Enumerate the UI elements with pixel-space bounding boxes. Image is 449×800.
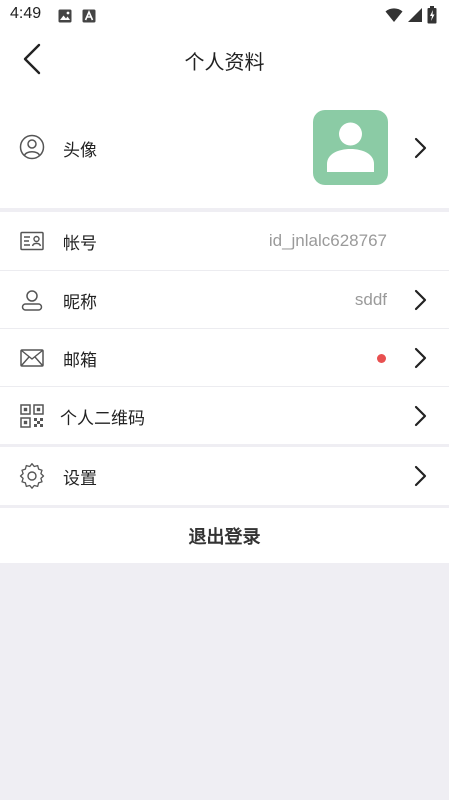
header: 个人资料: [0, 30, 449, 90]
settings-label: 设置: [63, 469, 97, 489]
avatar-label: 头像: [63, 141, 97, 161]
mail-icon: [18, 344, 46, 372]
qrcode-label: 个人二维码: [60, 409, 145, 429]
status-time: 4:49: [10, 5, 42, 22]
nickname-value: sddf: [354, 290, 387, 309]
qrcode-row[interactable]: 个人二维码: [0, 386, 449, 444]
avatar[interactable]: [313, 110, 388, 185]
gear-icon: [18, 462, 46, 490]
email-label: 邮箱: [63, 351, 97, 371]
profile-info-group: 帐号 id_jnlalc628767 昵称 sddf 邮箱 个人二维码: [0, 212, 449, 444]
image-icon: [58, 8, 72, 27]
settings-row[interactable]: 设置: [0, 447, 449, 505]
page-title: 个人资料: [184, 50, 265, 74]
account-value: id_jnlalc628767: [268, 231, 387, 250]
nickname-label: 昵称: [63, 293, 97, 313]
chevron-right-icon: [414, 465, 427, 487]
user-circle-icon: [18, 133, 46, 161]
signal-icon: [407, 7, 423, 27]
person-icon: [18, 286, 46, 314]
chevron-right-icon: [414, 137, 427, 159]
id-card-icon: [18, 227, 46, 255]
chevron-right-icon: [414, 347, 427, 369]
chevron-right-icon: [414, 405, 427, 427]
status-bar: 4:49: [0, 0, 449, 30]
nickname-row[interactable]: 昵称 sddf: [0, 270, 449, 328]
email-unverified-dot: [377, 354, 386, 363]
status-right-icons: [385, 6, 437, 28]
account-row: 帐号 id_jnlalc628767: [0, 212, 449, 270]
settings-group: 设置: [0, 447, 449, 505]
account-label: 帐号: [63, 234, 97, 254]
battery-charging-icon: [427, 6, 437, 28]
a-badge-icon: [82, 8, 96, 27]
wifi-icon: [385, 7, 403, 27]
avatar-row[interactable]: 头像: [0, 92, 449, 204]
status-left-icons: [58, 8, 96, 27]
qrcode-icon: [18, 402, 46, 430]
chevron-right-icon: [414, 289, 427, 311]
email-row[interactable]: 邮箱: [0, 328, 449, 386]
logout-button[interactable]: 退出登录: [0, 508, 449, 563]
